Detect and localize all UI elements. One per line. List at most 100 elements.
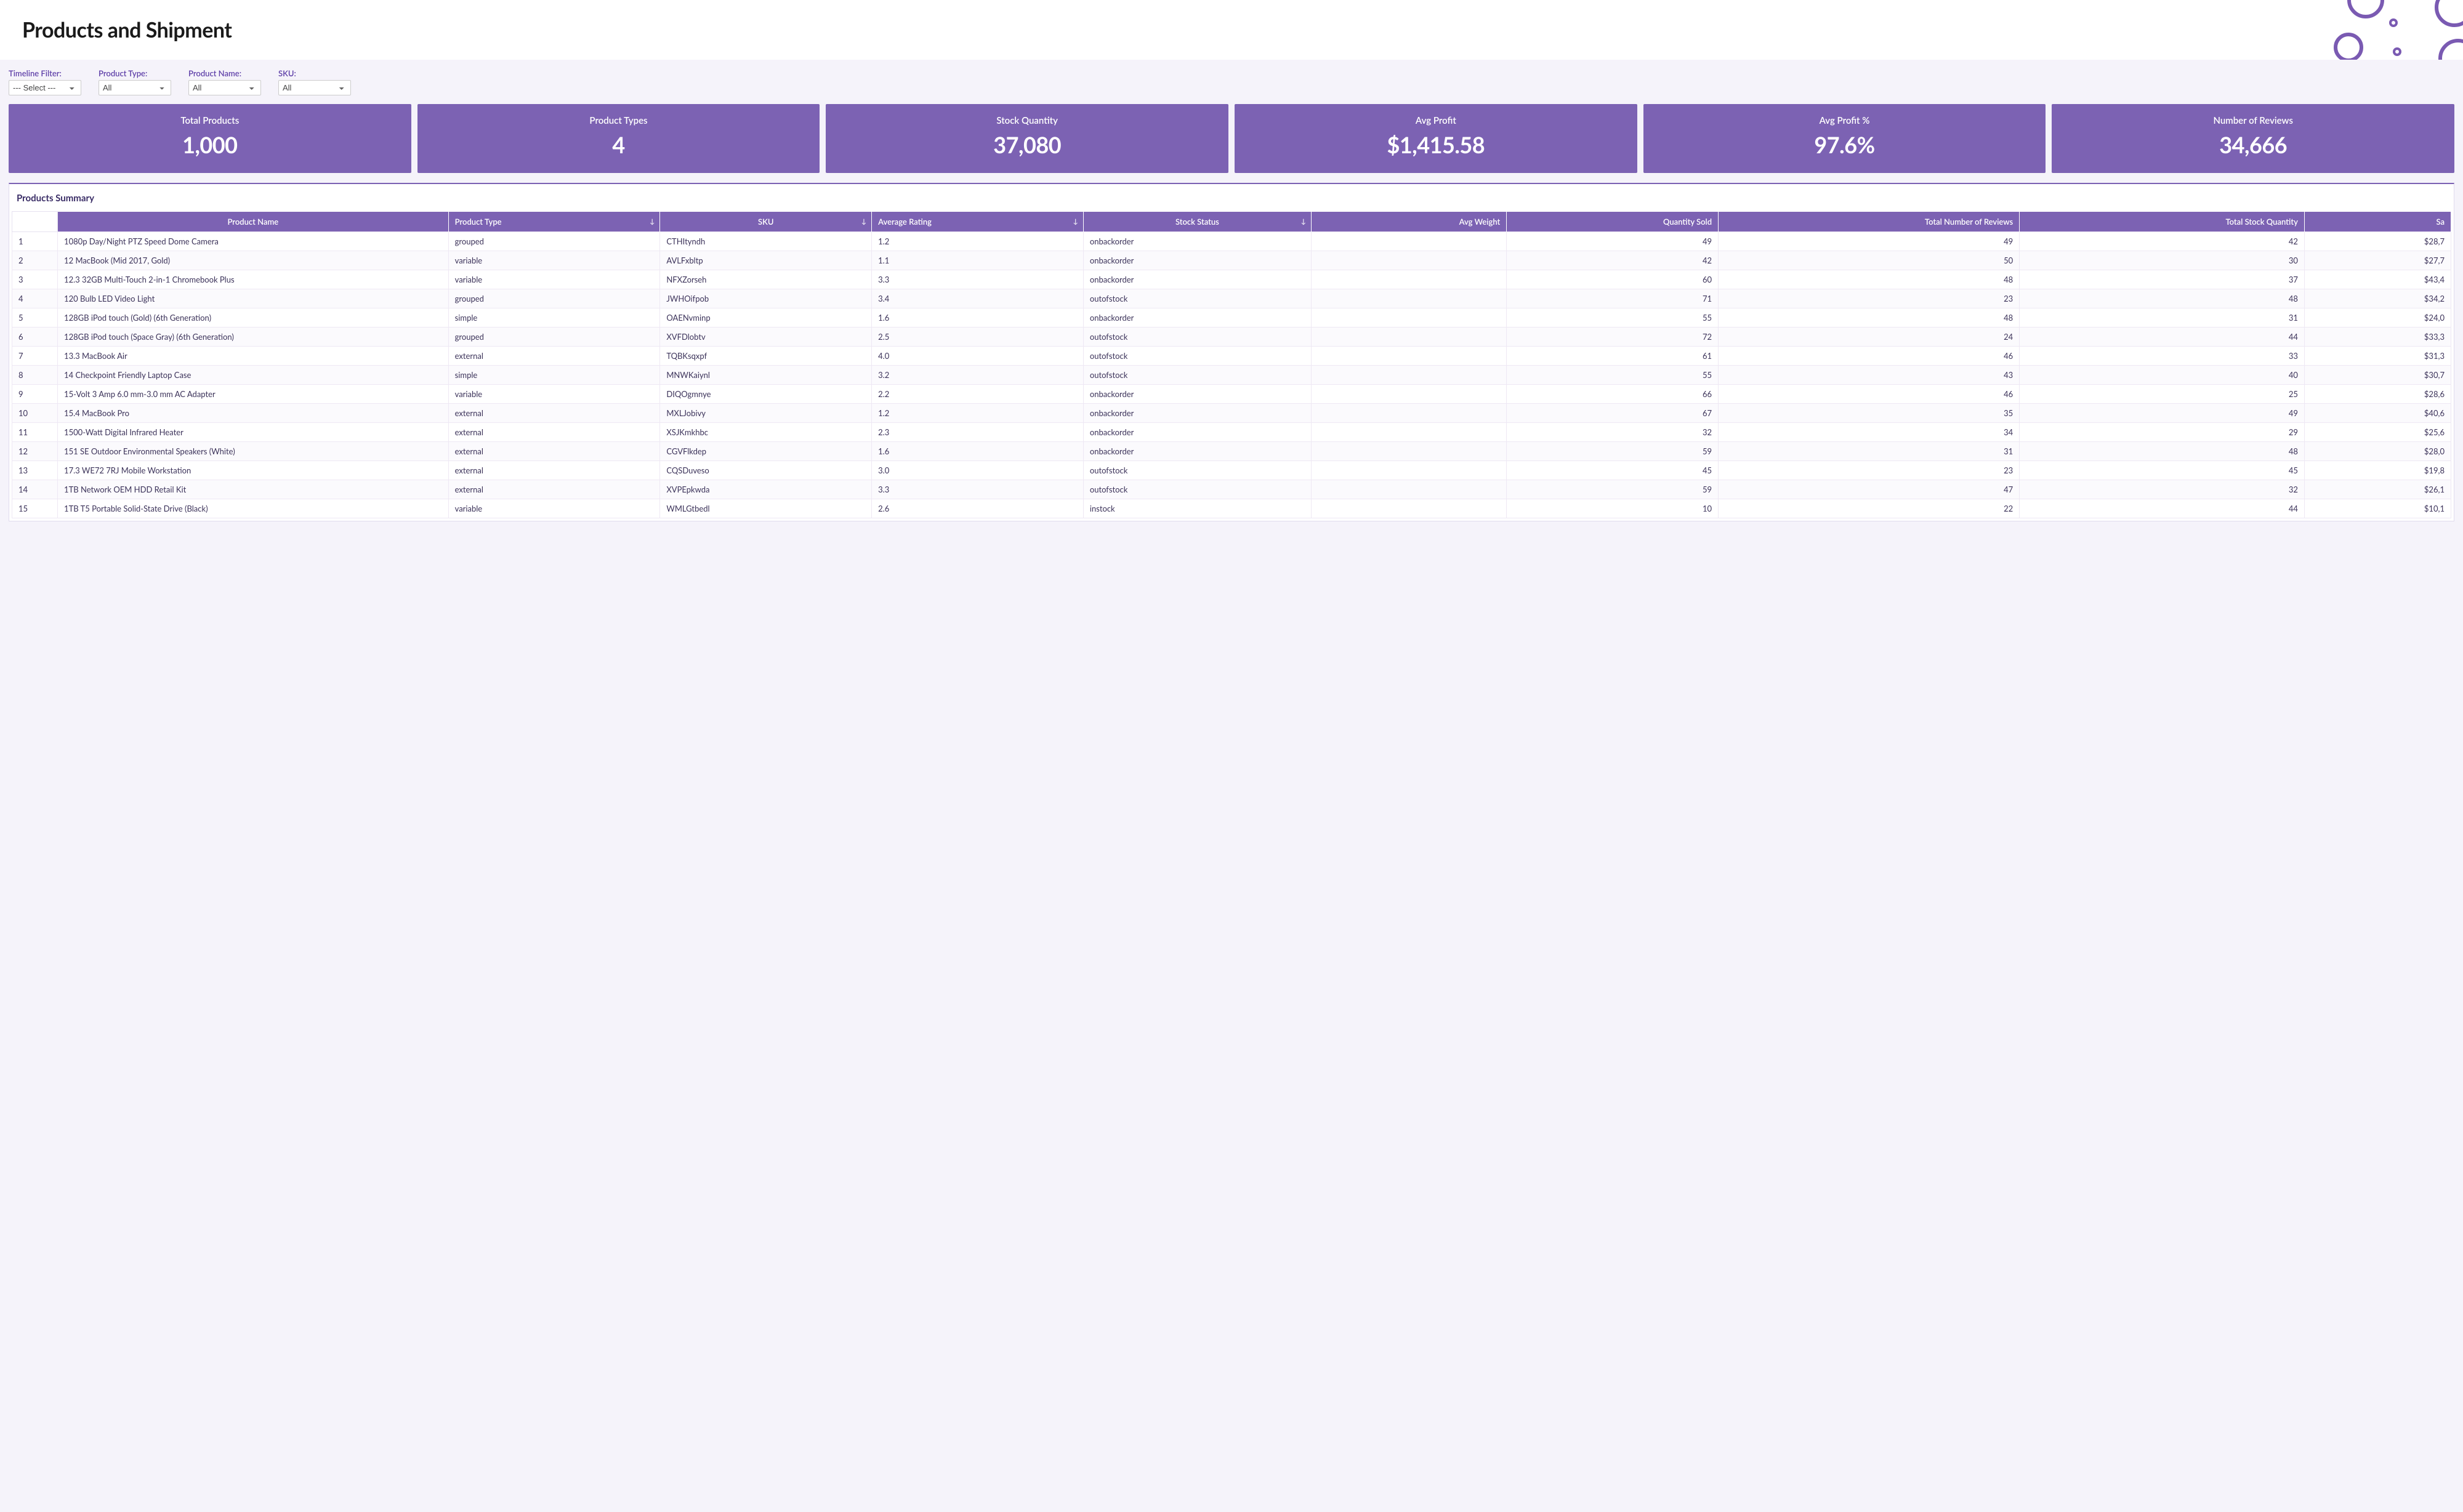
table-row[interactable]: 212 MacBook (Mid 2017, Gold)variableAVLF… [12, 251, 2451, 270]
cell-avg-weight [1312, 499, 1507, 518]
col-sku[interactable]: SKU↓ [660, 212, 872, 232]
col-label: Avg Weight [1459, 217, 1501, 227]
col-label: Stock Status [1175, 217, 1219, 227]
table-row[interactable]: 6128GB iPod touch (Space Gray) (6th Gene… [12, 327, 2451, 346]
cell-average-rating: 3.3 [872, 480, 1084, 499]
cell-stock-status: onbackorder [1083, 384, 1311, 403]
sku-select[interactable]: All [278, 80, 351, 95]
table-row[interactable]: 713.3 MacBook AirexternalTQBKsqxpf4.0out… [12, 346, 2451, 365]
cell-product-name: 128GB iPod touch (Space Gray) (6th Gener… [58, 327, 449, 346]
cell-total-reviews: 23 [1719, 460, 2020, 480]
cell-stock-status: onbackorder [1083, 403, 1311, 422]
row-number-cell: 14 [12, 480, 58, 499]
col-total-reviews[interactable]: Total Number of Reviews [1719, 212, 2020, 232]
cell-avg-weight [1312, 231, 1507, 251]
cell-product-name: 151 SE Outdoor Environmental Speakers (W… [58, 441, 449, 460]
kpi-product-types: Product Types 4 [417, 104, 820, 173]
header-bar: Products and Shipment [0, 0, 2463, 60]
cell-stock-status: outofstock [1083, 289, 1311, 308]
cell-product-name: 14 Checkpoint Friendly Laptop Case [58, 365, 449, 384]
col-product-name[interactable]: Product Name [58, 212, 449, 232]
table-row[interactable]: 151TB T5 Portable Solid-State Drive (Bla… [12, 499, 2451, 518]
cell-product-type: variable [448, 251, 660, 270]
products-table: Product Name Product Type↓ SKU↓ Average … [12, 211, 2451, 518]
product-name-select[interactable]: All [188, 80, 261, 95]
table-row[interactable]: 11080p Day/Night PTZ Speed Dome Cameragr… [12, 231, 2451, 251]
cell-product-type: simple [448, 308, 660, 327]
col-avg-weight[interactable]: Avg Weight [1312, 212, 1507, 232]
circle-icon [2435, 0, 2463, 27]
table-row[interactable]: 1015.4 MacBook ProexternalMXLJobivy1.2on… [12, 403, 2451, 422]
kpi-value: 97.6% [1648, 131, 2041, 158]
row-number-cell: 2 [12, 251, 58, 270]
table-row[interactable]: 814 Checkpoint Friendly Laptop Casesimpl… [12, 365, 2451, 384]
col-label: Total Stock Quantity [2225, 217, 2297, 227]
col-label: Sa [2436, 217, 2445, 227]
cell-stock-status: onbackorder [1083, 270, 1311, 289]
table-row[interactable]: 915-Volt 3 Amp 6.0 mm-3.0 mm AC Adapterv… [12, 384, 2451, 403]
kpi-avg-profit: Avg Profit $1,415.58 [1235, 104, 1637, 173]
decorative-bubbles [2328, 0, 2463, 60]
table-row[interactable]: 4120 Bulb LED Video LightgroupedJWHOifpo… [12, 289, 2451, 308]
circle-icon [2393, 47, 2401, 56]
circle-icon [2389, 18, 2398, 27]
cell-total-reviews: 48 [1719, 308, 2020, 327]
filter-sku: SKU: All [278, 68, 351, 95]
table-row[interactable]: 141TB Network OEM HDD Retail Kitexternal… [12, 480, 2451, 499]
cell-sales: $26,1 [2304, 480, 2451, 499]
cell-product-name: 1500-Watt Digital Infrared Heater [58, 422, 449, 441]
row-number-cell: 11 [12, 422, 58, 441]
product-type-select[interactable]: All [99, 80, 171, 95]
cell-total-reviews: 50 [1719, 251, 2020, 270]
col-average-rating[interactable]: Average Rating↓ [872, 212, 1084, 232]
cell-product-type: external [448, 403, 660, 422]
cell-sku: NFXZorseh [660, 270, 872, 289]
table-header-row: Product Name Product Type↓ SKU↓ Average … [12, 212, 2451, 232]
cell-sku: XVPEpkwda [660, 480, 872, 499]
cell-avg-weight [1312, 346, 1507, 365]
cell-product-type: variable [448, 499, 660, 518]
cell-avg-weight [1312, 365, 1507, 384]
table-title: Products Summary [12, 193, 2451, 211]
cell-product-type: variable [448, 384, 660, 403]
col-total-stock-qty[interactable]: Total Stock Quantity [2020, 212, 2305, 232]
cell-total-reviews: 46 [1719, 346, 2020, 365]
cell-total-stock-qty: 45 [2020, 460, 2305, 480]
cell-avg-weight [1312, 480, 1507, 499]
cell-quantity-sold: 45 [1507, 460, 1719, 480]
timeline-filter-select[interactable]: --- Select --- [9, 80, 81, 95]
cell-sku: XSJKmkhbc [660, 422, 872, 441]
page-title: Products and Shipment [22, 17, 232, 42]
cell-quantity-sold: 32 [1507, 422, 1719, 441]
cell-average-rating: 4.0 [872, 346, 1084, 365]
table-row[interactable]: 312.3 32GB Multi-Touch 2-in-1 Chromebook… [12, 270, 2451, 289]
cell-avg-weight [1312, 327, 1507, 346]
table-row[interactable]: 5128GB iPod touch (Gold) (6th Generation… [12, 308, 2451, 327]
cell-sales: $28,7 [2304, 231, 2451, 251]
kpi-label: Total Products [14, 115, 406, 126]
cell-stock-status: outofstock [1083, 480, 1311, 499]
cell-total-reviews: 48 [1719, 270, 2020, 289]
cell-average-rating: 1.6 [872, 308, 1084, 327]
table-scroll[interactable]: Product Name Product Type↓ SKU↓ Average … [12, 211, 2451, 518]
cell-stock-status: outofstock [1083, 346, 1311, 365]
cell-total-stock-qty: 40 [2020, 365, 2305, 384]
kpi-row: Total Products 1,000 Product Types 4 Sto… [0, 104, 2463, 173]
cell-avg-weight [1312, 270, 1507, 289]
col-sales-truncated[interactable]: Sa [2304, 212, 2451, 232]
table-row[interactable]: 1317.3 WE72 7RJ Mobile Workstationextern… [12, 460, 2451, 480]
kpi-avg-profit-pct: Avg Profit % 97.6% [1643, 104, 2046, 173]
col-product-type[interactable]: Product Type↓ [448, 212, 660, 232]
filter-bar: Timeline Filter: --- Select --- Product … [0, 60, 2463, 104]
kpi-label: Product Types [422, 115, 815, 126]
cell-avg-weight [1312, 441, 1507, 460]
table-row[interactable]: 111500-Watt Digital Infrared Heaterexter… [12, 422, 2451, 441]
cell-stock-status: outofstock [1083, 327, 1311, 346]
cell-product-type: simple [448, 365, 660, 384]
table-row[interactable]: 12151 SE Outdoor Environmental Speakers … [12, 441, 2451, 460]
cell-average-rating: 2.3 [872, 422, 1084, 441]
col-stock-status[interactable]: Stock Status↓ [1083, 212, 1311, 232]
cell-sales: $28,6 [2304, 384, 2451, 403]
products-summary-card: Products Summary Product Name Product Ty… [9, 183, 2454, 521]
col-quantity-sold[interactable]: Quantity Sold [1507, 212, 1719, 232]
